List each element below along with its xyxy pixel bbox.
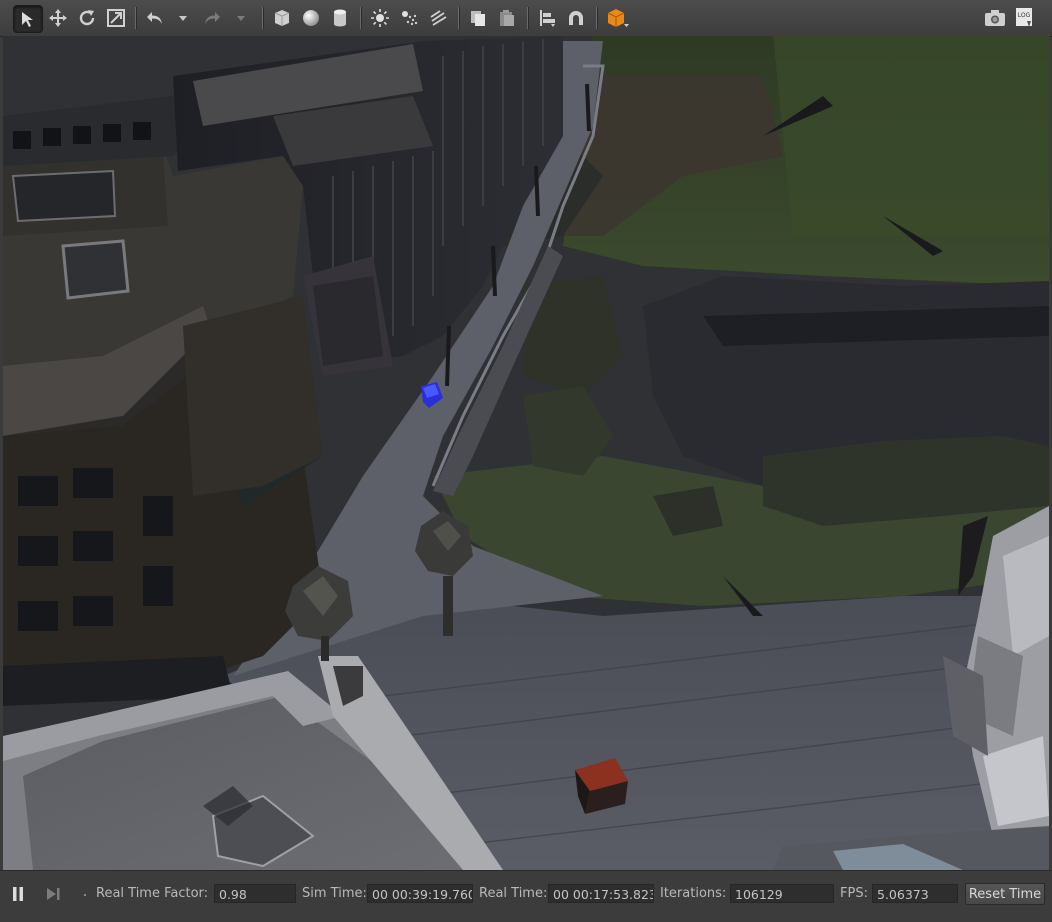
rotate-mode-icon[interactable] bbox=[74, 5, 100, 31]
directional-light-icon[interactable] bbox=[425, 5, 451, 31]
undo-icon[interactable] bbox=[142, 5, 168, 31]
redo-icon bbox=[199, 5, 225, 31]
toolbar: LOG bbox=[0, 0, 1052, 37]
toolbar-separator bbox=[596, 7, 598, 29]
paste-icon bbox=[494, 5, 520, 31]
toolbar-separator bbox=[262, 7, 264, 29]
box-icon[interactable] bbox=[269, 5, 295, 31]
align-icon[interactable] bbox=[534, 5, 560, 31]
translate-mode-icon[interactable] bbox=[45, 5, 71, 31]
screenshot-icon[interactable] bbox=[982, 5, 1008, 31]
select-mode-icon[interactable] bbox=[13, 5, 43, 33]
snap-icon[interactable] bbox=[563, 5, 589, 31]
cylinder-icon[interactable] bbox=[327, 5, 353, 31]
status-bar: Real Time Factor: 0.98 Sim Time: 00 00:3… bbox=[0, 870, 1052, 922]
log-icon[interactable]: LOG bbox=[1011, 5, 1037, 31]
scale-mode-icon[interactable] bbox=[103, 5, 129, 31]
real-time-label: Real Time: bbox=[479, 886, 548, 901]
scene-render bbox=[3, 36, 1049, 870]
real-time-factor-value: 0.98 bbox=[214, 884, 296, 903]
log-icon-text: LOG bbox=[1018, 12, 1031, 19]
iterations-label: Iterations: bbox=[660, 886, 727, 901]
reset-time-button[interactable]: Reset Time bbox=[965, 883, 1045, 905]
sim-time-value: 00 00:39:19.760 bbox=[367, 884, 473, 903]
redo-dropdown-icon bbox=[234, 5, 248, 31]
spot-light-icon[interactable] bbox=[396, 5, 422, 31]
sim-time-label: Sim Time: bbox=[302, 886, 367, 901]
fps-label: FPS: bbox=[840, 886, 868, 901]
toolbar-separator bbox=[135, 7, 137, 29]
point-light-icon[interactable] bbox=[367, 5, 393, 31]
sphere-icon[interactable] bbox=[298, 5, 324, 31]
real-time-value: 00 00:17:53.823 bbox=[548, 884, 654, 903]
iterations-value: 106129 bbox=[730, 884, 834, 903]
toolbar-separator bbox=[458, 7, 460, 29]
status-separator bbox=[84, 894, 86, 896]
3d-scene-viewport[interactable] bbox=[3, 36, 1049, 870]
pause-button[interactable] bbox=[8, 883, 28, 905]
fps-value: 5.06373 bbox=[872, 884, 958, 903]
copy-icon[interactable] bbox=[465, 5, 491, 31]
toolbar-separator bbox=[360, 7, 362, 29]
toolbar-separator bbox=[527, 7, 529, 29]
real-time-factor-label: Real Time Factor: bbox=[96, 886, 209, 901]
undo-dropdown-icon[interactable] bbox=[176, 5, 190, 31]
step-button bbox=[42, 883, 64, 905]
view-angle-icon[interactable] bbox=[602, 5, 632, 31]
